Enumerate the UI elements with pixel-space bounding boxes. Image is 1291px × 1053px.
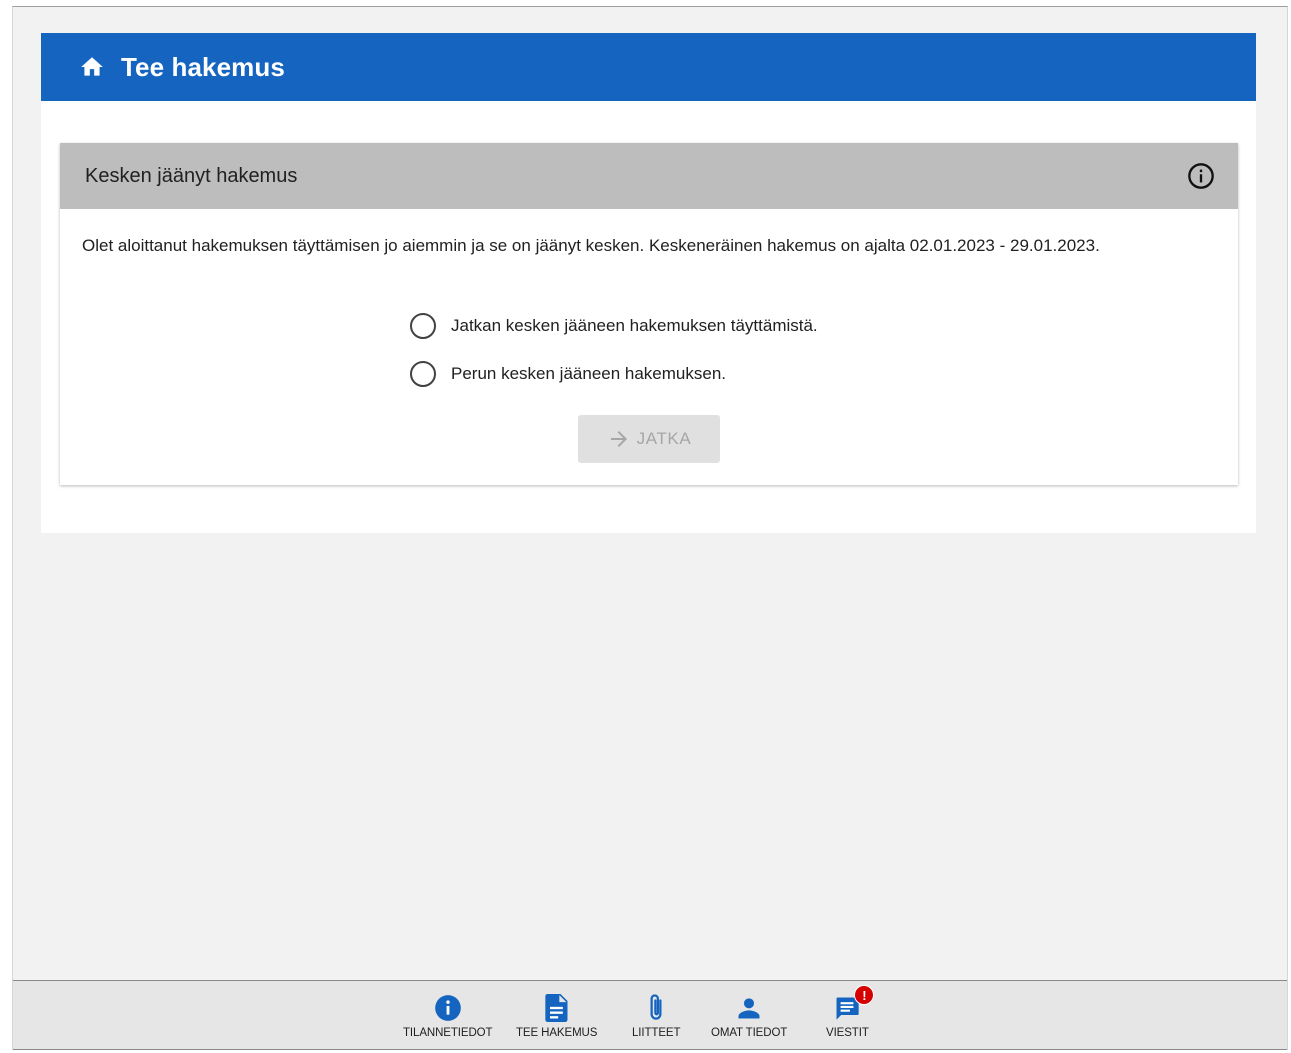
app-frame: Tee hakemus Kesken jäänyt hakemus Olet a…	[12, 6, 1288, 1050]
nav-label: TEE HAKEMUS	[516, 1027, 598, 1039]
nav-item-omat-tiedot[interactable]: OMAT TIEDOT	[711, 993, 787, 1039]
nav-label: OMAT TIEDOT	[711, 1027, 788, 1039]
option-label: Jatkan kesken jääneen hakemuksen täyttäm…	[451, 316, 818, 335]
nav-item-tee-hakemus[interactable]: TEE HAKEMUS	[516, 993, 597, 1039]
paperclip-icon	[641, 993, 671, 1023]
info-icon	[433, 993, 463, 1023]
card-title: Kesken jäänyt hakemus	[85, 164, 298, 187]
document-icon	[542, 993, 572, 1023]
nav-label: TILANNETIEDOT	[403, 1027, 493, 1039]
page-title: Tee hakemus	[121, 51, 285, 82]
nav-item-tilannetiedot[interactable]: TILANNETIEDOT	[403, 993, 493, 1039]
nav-item-viestit[interactable]: ! VIESTIT	[826, 985, 875, 1039]
nav-label: LIITTEET	[632, 1027, 681, 1039]
continue-button-label: JATKA	[636, 429, 692, 448]
card-header: Kesken jäänyt hakemus	[60, 143, 1238, 209]
option-label: Perun kesken jääneen hakemuksen.	[451, 364, 727, 383]
option-continue-application[interactable]: Jatkan kesken jääneen hakemuksen täyttäm…	[410, 311, 818, 341]
arrow-right-icon	[607, 427, 631, 451]
page-header: Tee hakemus	[41, 33, 1256, 101]
continue-button[interactable]: JATKA	[578, 415, 720, 463]
option-cancel-application[interactable]: Perun kesken jääneen hakemuksen.	[410, 359, 818, 389]
bottom-navigation: TILANNETIEDOT TEE HAKEMUS LIITTEET OMAT …	[13, 980, 1287, 1050]
message-icon: !	[832, 985, 875, 1023]
person-icon	[734, 993, 764, 1023]
radio-button[interactable]	[410, 313, 436, 339]
card-body-text: Olet aloittanut hakemuksen täyttämisen j…	[82, 236, 1100, 255]
unread-messages-badge: !	[854, 985, 875, 1005]
unfinished-application-card: Kesken jäänyt hakemus Olet aloittanut ha…	[60, 143, 1238, 485]
nav-item-liitteet[interactable]: LIITTEET	[632, 993, 681, 1039]
radio-button[interactable]	[410, 361, 436, 387]
choice-radio-group: Jatkan kesken jääneen hakemuksen täyttäm…	[410, 311, 818, 407]
page-card: Tee hakemus Kesken jäänyt hakemus Olet a…	[41, 33, 1256, 533]
home-icon	[79, 54, 105, 80]
info-icon[interactable]	[1186, 161, 1216, 191]
nav-label: VIESTIT	[826, 1027, 869, 1039]
